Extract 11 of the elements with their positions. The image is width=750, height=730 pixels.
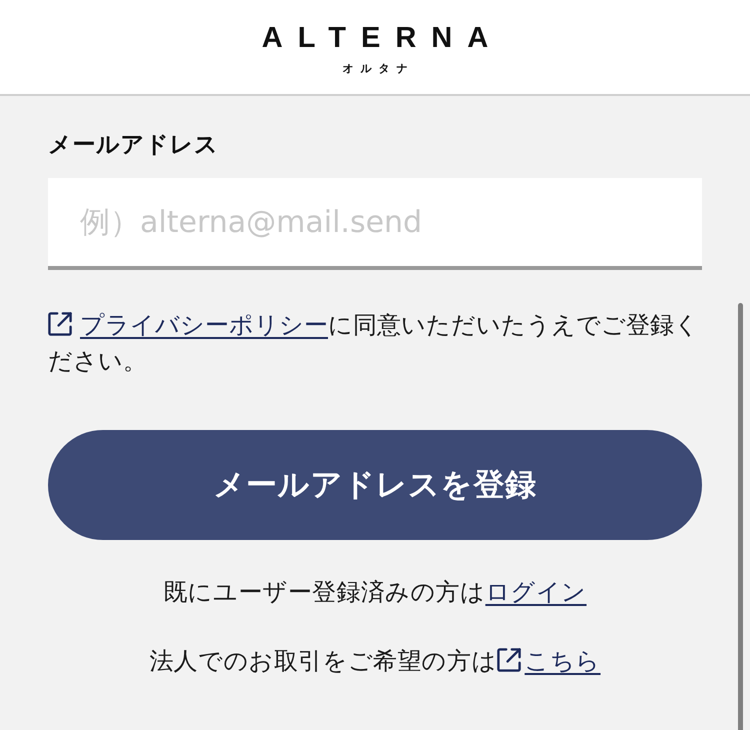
- email-label: メールアドレス: [48, 131, 218, 160]
- scrollbar-thumb[interactable]: [738, 303, 743, 730]
- register-email-button[interactable]: メールアドレスを登録: [48, 430, 702, 540]
- text-link[interactable]: こちら: [524, 647, 601, 675]
- logo-wordmark: ALTERNA: [262, 22, 504, 54]
- link-line-text: 既にユーザー登録済みの方は ログイン: [162, 577, 588, 608]
- privacy-policy-link[interactable]: プライバシーポリシー: [80, 311, 328, 339]
- link-line-text: 法人でのお取引をご希望の方は こちら: [148, 646, 602, 677]
- logo-kana: オルタナ: [342, 62, 414, 76]
- consent-text: プライバシーポリシーに同意いただいたうえでご登録ください。: [48, 310, 700, 377]
- text-link[interactable]: ログイン: [485, 578, 587, 606]
